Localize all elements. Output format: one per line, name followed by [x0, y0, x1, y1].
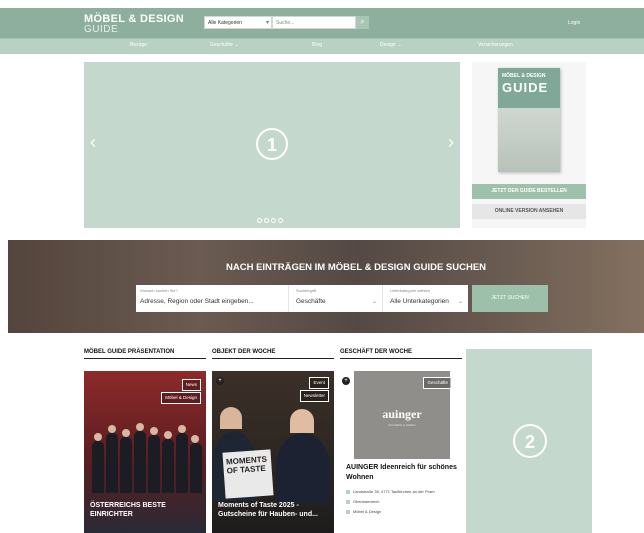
- subcategory-value: Alle Unterkategorien: [390, 298, 449, 305]
- event-tag[interactable]: Event: [309, 377, 329, 389]
- category-icon: [346, 509, 350, 514]
- location-value: Adresse, Region oder Stadt eingeben...: [140, 298, 254, 305]
- hero-carousel[interactable]: ‹ › 1: [84, 62, 460, 228]
- nav-item-bezuge[interactable]: Bezüge: [130, 42, 147, 48]
- card-object-of-week[interactable]: + Event Newsletter MOMENTS OF TASTE Mome…: [212, 371, 334, 533]
- subcategory-label: Unterkategorie wählen: [390, 288, 431, 293]
- chevron-down-icon: ⌄: [397, 42, 402, 48]
- ad-slot-number: 2: [513, 424, 547, 458]
- guide-promo: MÖBEL & DESIGN GUIDE JETZT DEN GUIDE BES…: [472, 62, 586, 228]
- carousel-next-button[interactable]: ›: [448, 132, 454, 153]
- store-brand: auinger: [382, 407, 422, 421]
- carousel-prev-button[interactable]: ‹: [90, 132, 96, 153]
- add-icon[interactable]: +: [216, 377, 224, 385]
- person-head: [290, 409, 314, 433]
- store-address: Landstraße 35, 4771 Taufkirchen an der P…: [346, 489, 435, 494]
- heading-guide-presentation: MÖBEL GUIDE PRÄSENTATION: [84, 349, 206, 359]
- chevron-down-icon: ▾: [265, 20, 269, 26]
- newsletter-tag[interactable]: Newsletter: [299, 390, 329, 402]
- carousel-dot[interactable]: [264, 218, 269, 223]
- nav-item-versicherungen[interactable]: Versicherungen: [478, 42, 513, 48]
- search-icon: ⌕: [360, 17, 365, 26]
- group-photo: [90, 411, 202, 493]
- carousel-dots[interactable]: [257, 218, 283, 223]
- heading-store-of-week: GESCHÄFT DER WOCHE: [340, 349, 462, 359]
- subcategory-select[interactable]: Unterkategorie wählen Alle Unterkategori…: [386, 285, 468, 312]
- card-title[interactable]: Moments of Taste 2025 - Gutscheine für H…: [218, 501, 334, 519]
- card-title[interactable]: AUINGER Ideenreich für schönes Wohnen: [346, 463, 458, 483]
- ad-slot[interactable]: 2: [466, 349, 592, 533]
- slide-number: 1: [256, 128, 288, 160]
- search-hero: NACH EINTRÄGEN IM MÖBEL & DESIGN GUIDE S…: [8, 240, 644, 333]
- online-version-button[interactable]: ONLINE VERSION ANSEHEN: [472, 204, 586, 219]
- add-icon[interactable]: +: [342, 377, 350, 385]
- chevron-down-icon: ⌄: [372, 299, 378, 305]
- hero-search-button[interactable]: JETZT SUCHEN: [472, 285, 548, 312]
- site-logo-subtitle[interactable]: GUIDE: [84, 24, 118, 35]
- type-value: Geschäfte: [296, 298, 326, 305]
- location-label: Wonach suchen Sie?: [140, 288, 178, 293]
- login-link[interactable]: Login: [568, 20, 580, 26]
- heading-object-of-week: OBJEKT DER WOCHE: [212, 349, 334, 359]
- magazine-cover[interactable]: MÖBEL & DESIGN GUIDE: [498, 68, 560, 172]
- carousel-dot[interactable]: [257, 218, 262, 223]
- hero-title: NACH EINTRÄGEN IM MÖBEL & DESIGN GUIDE S…: [226, 262, 487, 273]
- store-region: Oberösterreich: [346, 499, 379, 504]
- carousel-dot[interactable]: [278, 218, 283, 223]
- card-guide-presentation[interactable]: News Möbel & Design ÖSTERREICHS BESTE EI…: [84, 371, 206, 533]
- moments-of-taste-cover: MOMENTS OF TASTE: [222, 449, 274, 499]
- news-tag[interactable]: News: [181, 379, 201, 391]
- nav-item-geschafte[interactable]: Geschäfte ⌄: [210, 42, 239, 48]
- category-tag[interactable]: Möbel & Design: [161, 392, 201, 404]
- search-button[interactable]: ⌕: [356, 16, 369, 29]
- chevron-down-icon: ⌄: [234, 42, 239, 48]
- store-tag[interactable]: Geschäfte: [423, 377, 452, 389]
- carousel-dot[interactable]: [271, 218, 276, 223]
- type-label: Suchbegriff: [296, 288, 317, 293]
- main-nav: Bezüge Geschäfte ⌄ Blog Design ⌄ Versicher…: [0, 38, 644, 54]
- person-head: [220, 407, 242, 429]
- category-select-value: Alle Kategorien: [208, 20, 242, 26]
- order-guide-button[interactable]: JETZT DEN GUIDE BESTELLEN: [472, 184, 586, 199]
- nav-item-design[interactable]: Design ⌄: [380, 42, 402, 48]
- location-icon: [346, 489, 350, 494]
- search-input[interactable]: Suche...: [272, 16, 356, 29]
- category-select[interactable]: Alle Kategorien ▾: [204, 16, 272, 29]
- hero-search-form: Wonach suchen Sie? Adresse, Region oder …: [136, 285, 468, 312]
- card-title[interactable]: ÖSTERREICHS BESTE EINRICHTER: [90, 501, 206, 519]
- chevron-down-icon: ⌄: [458, 299, 464, 305]
- store-category: Möbel & Design: [346, 509, 381, 514]
- person-body: [276, 433, 330, 503]
- store-brand-subtitle: WOHNEN & LEBEN: [388, 423, 416, 427]
- magazine-cover-image: [498, 108, 560, 172]
- location-field[interactable]: Wonach suchen Sie? Adresse, Region oder …: [136, 285, 289, 312]
- nav-item-blog[interactable]: Blog: [312, 42, 322, 48]
- type-select[interactable]: Suchbegriff Geschäfte ⌄: [292, 285, 383, 312]
- region-icon: [346, 499, 350, 504]
- magazine-cover-guide: GUIDE: [502, 80, 549, 95]
- magazine-cover-title: MÖBEL & DESIGN: [502, 73, 546, 79]
- card-store-of-week[interactable]: auinger WOHNEN & LEBEN + Geschäfte AUING…: [340, 371, 462, 533]
